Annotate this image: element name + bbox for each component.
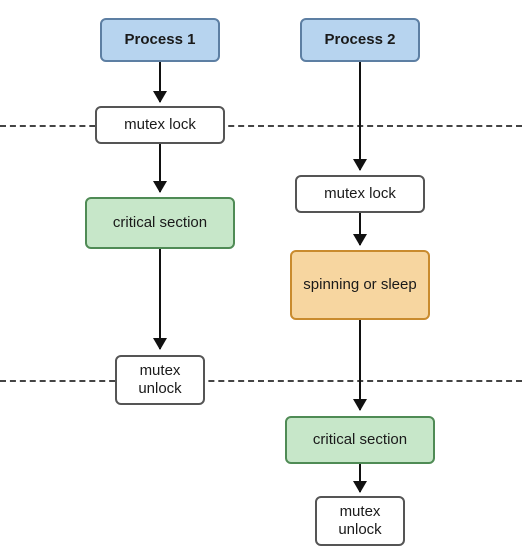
process1-critical-box: critical section [85, 197, 235, 249]
arrow-p2-2 [359, 213, 361, 245]
process1-mutex-unlock-box: mutex unlock [115, 355, 205, 405]
process2-title-box: Process 2 [300, 18, 420, 62]
process2-mutex-unlock: mutex unlock [323, 503, 397, 539]
dash-line-lock [0, 125, 522, 127]
arrow-p2-1 [359, 62, 361, 170]
process2-title: Process 2 [325, 31, 396, 49]
dash-line-unlock [0, 380, 522, 382]
mutex-diagram: Process 1 mutex lock critical section mu… [0, 0, 522, 559]
process1-mutex-unlock: mutex unlock [123, 362, 197, 398]
process1-mutex-lock: mutex lock [124, 116, 196, 134]
process1-mutex-lock-box: mutex lock [95, 106, 225, 144]
process2-spin-box: spinning or sleep [290, 250, 430, 320]
arrow-p1-2 [159, 144, 161, 192]
process2-mutex-lock: mutex lock [324, 185, 396, 203]
process1-title: Process 1 [125, 31, 196, 49]
arrow-p2-3 [359, 320, 361, 410]
arrow-p2-4 [359, 464, 361, 492]
process2-mutex-unlock-box: mutex unlock [315, 496, 405, 546]
process2-critical-box: critical section [285, 416, 435, 464]
process2-mutex-lock-box: mutex lock [295, 175, 425, 213]
arrow-p1-3 [159, 249, 161, 349]
process2-spin: spinning or sleep [303, 276, 416, 294]
arrow-p1-1 [159, 62, 161, 102]
process2-critical: critical section [313, 431, 407, 449]
process1-critical: critical section [113, 214, 207, 232]
process1-title-box: Process 1 [100, 18, 220, 62]
